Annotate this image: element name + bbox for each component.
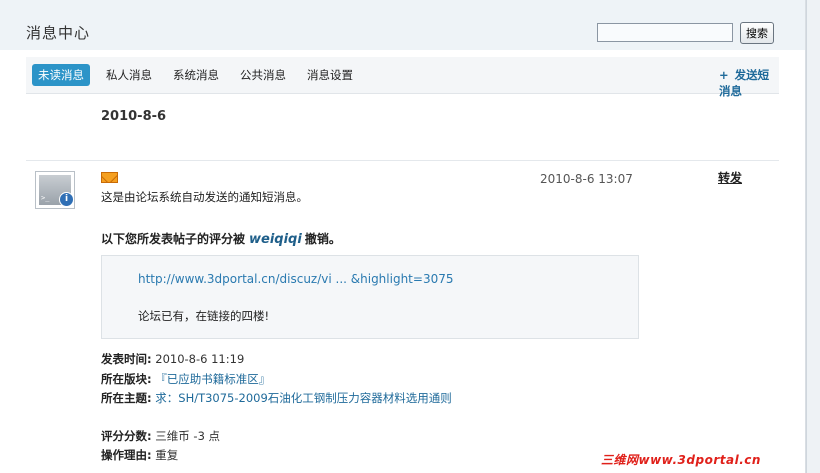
info-icon: i [59, 192, 74, 207]
score-value: 三维币 -3 点 [155, 429, 221, 443]
tab-public[interactable]: 公共消息 [240, 64, 286, 86]
send-message-link[interactable]: + 发送短消息 [719, 67, 779, 99]
post-quote-box: http://www.3dportal.cn/discuz/vi ... &hi… [101, 255, 639, 339]
thread-field: 所在主题: 求：SH/T3075-2009石油化工钢制压力容器材料选用通则 [101, 390, 452, 406]
rating-revoked-line: 以下您所发表帖子的评分被 weiqiqi 撤销。 [101, 230, 341, 247]
search-button[interactable]: 搜索 [740, 22, 774, 44]
forum-link[interactable]: 『已应助书籍标准区』 [155, 372, 270, 386]
forward-link[interactable]: 转发 [718, 169, 742, 186]
quote-text: 论坛已有，在链接的四楼! [138, 309, 270, 323]
tabs-bar: 未读消息 私人消息 系统消息 公共消息 消息设置 + 发送短消息 [26, 57, 779, 98]
forum-label: 所在版块: [101, 372, 152, 386]
page-header: 消息中心 搜索 [0, 0, 805, 50]
message-time: 2010-8-6 13:07 [540, 172, 633, 186]
thread-label: 所在主题: [101, 391, 152, 405]
rating-user-link[interactable]: weiqiqi [249, 232, 302, 247]
plus-icon: + [719, 68, 729, 82]
envelope-icon [101, 172, 118, 183]
tab-settings[interactable]: 消息设置 [307, 64, 353, 86]
forum-field: 所在版块: 『已应助书籍标准区』 [101, 371, 270, 387]
score-label: 评分分数: [101, 429, 152, 443]
watermark: 三维网www.3dportal.cn [601, 453, 761, 467]
right-scroll-area [806, 0, 820, 473]
post-time-field: 发表时间: 2010-8-6 11:19 [101, 351, 244, 367]
tab-system[interactable]: 系统消息 [173, 64, 219, 86]
reason-value: 重复 [155, 448, 179, 462]
tab-private[interactable]: 私人消息 [106, 64, 152, 86]
rating-prefix: 以下您所发表帖子的评分被 [101, 232, 246, 246]
divider [26, 160, 779, 161]
system-avatar-icon: >_ i [35, 171, 75, 209]
post-time-value: 2010-8-6 11:19 [155, 352, 245, 366]
reason-label: 操作理由: [101, 448, 152, 462]
reason-field: 操作理由: 重复 [101, 447, 178, 463]
notice-text: 这是由论坛系统自动发送的通知短消息。 [101, 190, 308, 204]
page-title: 消息中心 [26, 24, 91, 42]
tab-unread[interactable]: 未读消息 [32, 64, 90, 86]
score-field: 评分分数: 三维币 -3 点 [101, 428, 220, 444]
rating-suffix: 撤销。 [304, 232, 341, 246]
post-time-label: 发表时间: [101, 352, 152, 366]
thread-link[interactable]: 求：SH/T3075-2009石油化工钢制压力容器材料选用通则 [155, 391, 452, 405]
search-input[interactable] [597, 23, 733, 42]
date-group-heading: 2010-8-6 [101, 109, 167, 124]
message-center-panel: 消息中心 搜索 未读消息 私人消息 系统消息 公共消息 消息设置 + 发送短消息 … [0, 0, 806, 473]
quote-url-link[interactable]: http://www.3dportal.cn/discuz/vi ... &hi… [138, 272, 453, 286]
